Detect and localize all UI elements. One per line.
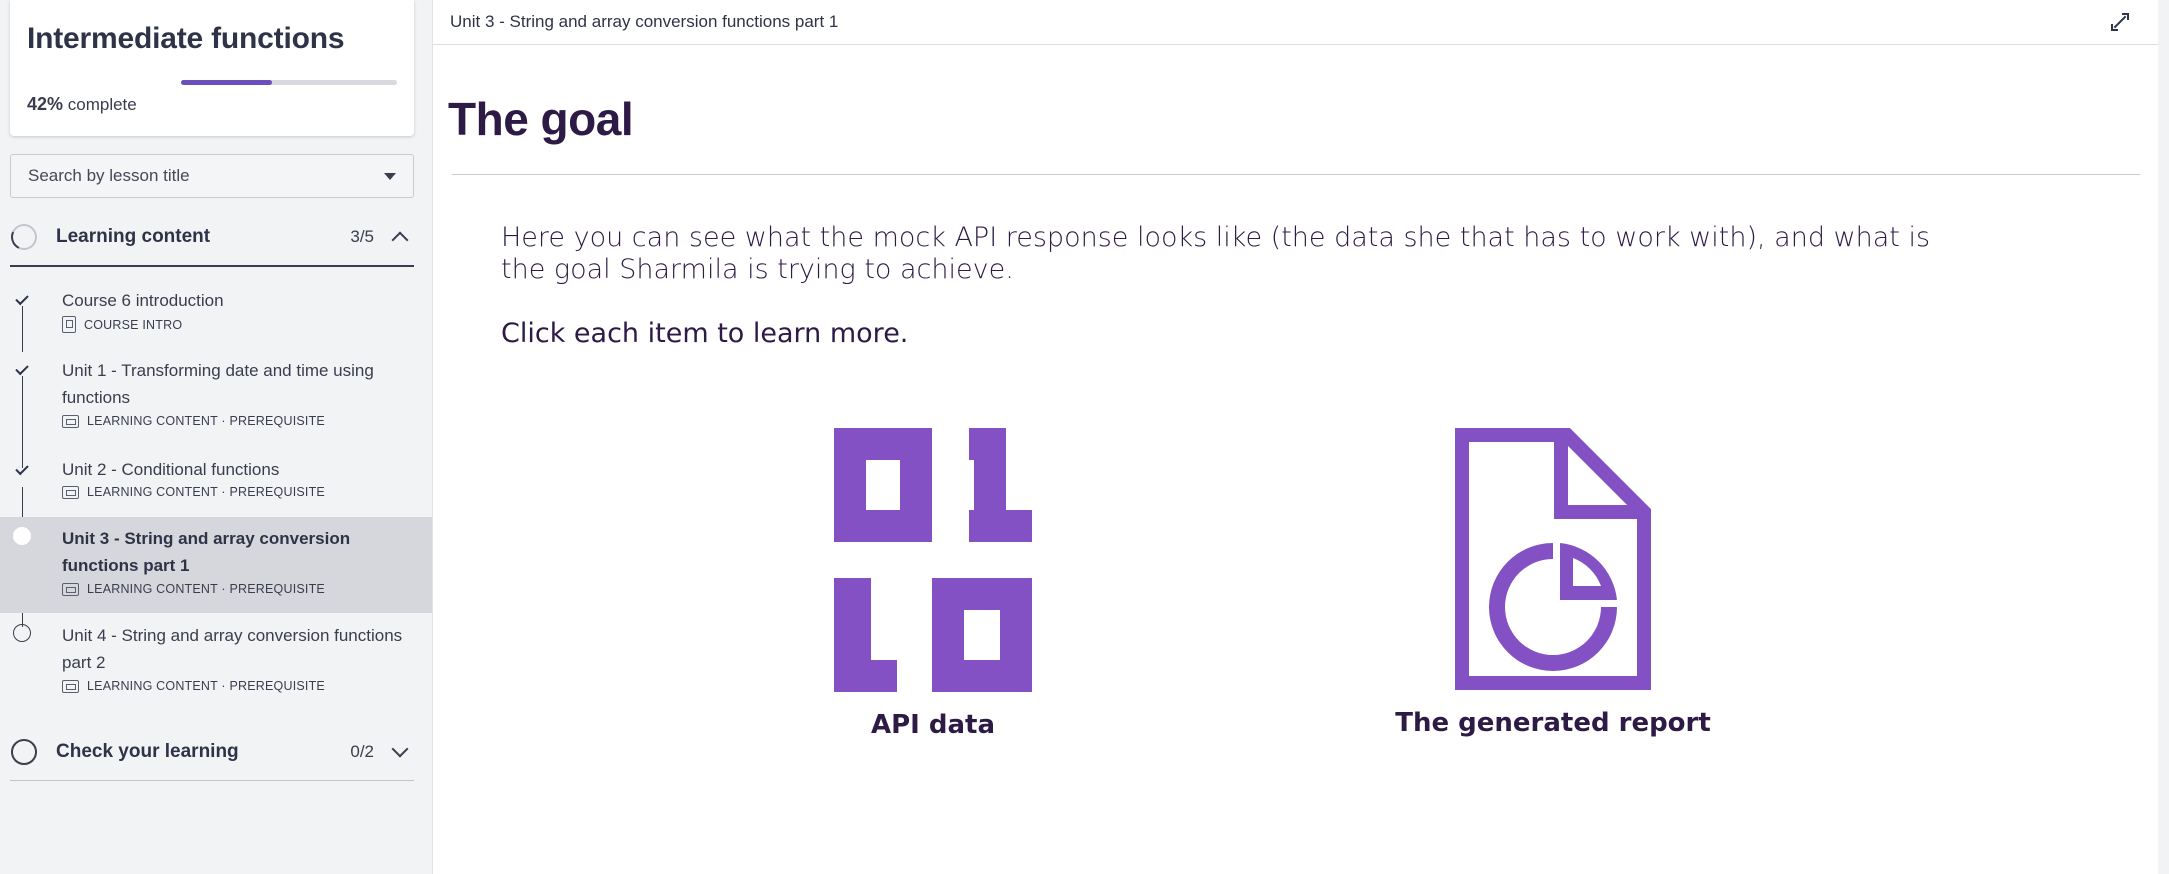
expand-fullscreen-icon[interactable] <box>2109 11 2131 33</box>
section-label: Learning content <box>56 226 211 247</box>
lesson-meta-text: COURSE INTRO <box>84 317 183 332</box>
lesson-item-unit-3-active[interactable]: Unit 3 - String and array conversion fun… <box>0 517 432 613</box>
progress-suffix: complete <box>63 95 137 114</box>
lesson-meta-text: LEARNING CONTENT · PREREQUISITE <box>87 414 325 428</box>
report-document-icon <box>1455 428 1651 690</box>
window-right-edge <box>2158 0 2169 874</box>
section-check-your-learning[interactable]: Check your learning 0/2 <box>10 723 414 781</box>
section-count: 0/2 <box>350 741 374 761</box>
lesson-title: Course 6 introduction <box>62 291 224 310</box>
slides-icon <box>62 679 79 693</box>
binary-icon <box>834 428 1032 692</box>
progress-percent: 42% <box>27 94 64 114</box>
lesson-title: Unit 1 - Transforming date and time usin… <box>62 361 374 407</box>
slides-icon <box>62 582 79 596</box>
breadcrumb: Unit 3 - String and array conversion fun… <box>450 12 839 31</box>
empty-circle-icon <box>13 624 31 642</box>
document-icon <box>62 316 76 333</box>
lesson-item-unit-4[interactable]: Unit 4 - String and array conversion fun… <box>0 624 432 704</box>
progress-ring-icon <box>7 220 41 254</box>
lesson-meta: LEARNING CONTENT · PREREQUISITE <box>62 679 325 693</box>
chevron-down-icon <box>391 740 409 757</box>
lesson-item-unit-1[interactable]: Unit 1 - Transforming date and time usin… <box>0 356 432 438</box>
slides-icon <box>62 414 79 428</box>
progress-bar <box>181 80 397 85</box>
page-title: The goal <box>448 93 634 145</box>
lesson-search-placeholder: Search by lesson title <box>28 166 190 185</box>
section-label: Check your learning <box>56 740 239 762</box>
slides-icon <box>62 485 79 499</box>
lesson-content: Unit 3 - String and array conversion fun… <box>432 0 2158 874</box>
lesson-item-course-intro[interactable]: Course 6 introduction COURSE INTRO <box>0 286 432 344</box>
progress-text: 42% complete <box>27 94 137 115</box>
generated-report-label: The generated report <box>1395 708 1711 738</box>
intro-paragraph: Here you can see what the mock API respo… <box>501 222 1931 285</box>
check-icon <box>13 461 31 480</box>
api-data-card[interactable]: API data <box>833 428 1033 740</box>
progress-bar-fill <box>181 80 272 85</box>
lesson-search-select[interactable]: Search by lesson title <box>10 154 414 198</box>
lesson-meta-text: LEARNING CONTENT · PREREQUISITE <box>87 679 325 693</box>
lesson-meta: LEARNING CONTENT · PREREQUISITE <box>62 582 325 596</box>
generated-report-card[interactable]: The generated report <box>1383 428 1723 738</box>
lesson-meta-text: LEARNING CONTENT · PREREQUISITE <box>87 485 325 499</box>
section-count: 3/5 <box>350 227 374 246</box>
api-data-label: API data <box>870 710 996 740</box>
section-learning-content[interactable]: Learning content 3/5 <box>7 209 414 267</box>
lesson-title: Unit 4 - String and array conversion fun… <box>62 626 403 672</box>
chevron-up-icon <box>391 231 409 249</box>
caret-down-icon <box>384 172 396 180</box>
lesson-title: Unit 2 - Conditional functions <box>62 460 280 479</box>
course-progress-card: Intermediate functions 42% complete <box>10 0 414 136</box>
check-icon <box>13 291 31 310</box>
check-icon <box>13 361 31 380</box>
lesson-topbar: Unit 3 - String and array conversion fun… <box>433 0 2158 45</box>
course-sidebar: Intermediate functions 42% complete Sear… <box>0 0 432 874</box>
lesson-meta-text: LEARNING CONTENT · PREREQUISITE <box>87 582 325 596</box>
heading-divider <box>452 174 2140 175</box>
lesson-title: Unit 3 - String and array conversion fun… <box>62 529 351 575</box>
progress-ring-icon <box>11 738 37 765</box>
lesson-meta: LEARNING CONTENT · PREREQUISITE <box>62 414 325 428</box>
lesson-item-unit-2[interactable]: Unit 2 - Conditional functions LEARNING … <box>0 456 432 512</box>
current-lesson-dot-icon <box>13 527 31 545</box>
click-prompt: Click each item to learn more. <box>501 318 909 349</box>
lesson-meta: COURSE INTRO <box>62 316 182 333</box>
lesson-meta: LEARNING CONTENT · PREREQUISITE <box>62 485 325 499</box>
course-title: Intermediate functions <box>27 22 345 55</box>
